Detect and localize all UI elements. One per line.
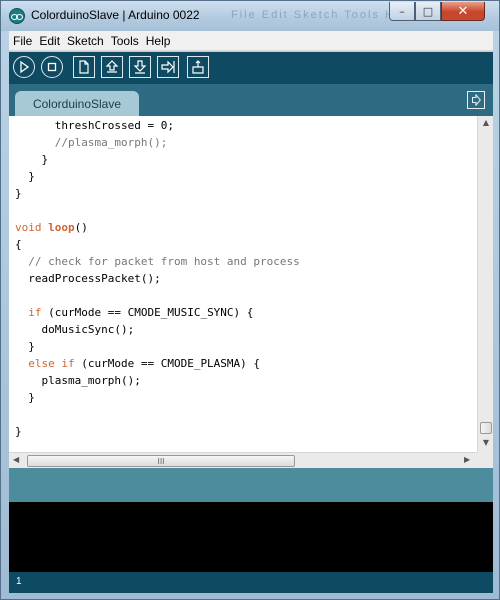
code-line: // check for packet from host and proces… <box>28 255 300 268</box>
scroll-down-arrow-icon[interactable]: ▼ <box>481 438 491 447</box>
scroll-up-arrow-icon[interactable]: ▲ <box>481 118 491 127</box>
code-line: } <box>28 340 35 353</box>
menu-edit[interactable]: Edit <box>39 34 60 48</box>
code-editor[interactable]: threshCrossed = 0; //plasma_morph(); } }… <box>9 116 477 452</box>
serial-monitor-button[interactable] <box>187 56 209 78</box>
code-line: else if (curMode == CMODE_PLASMA) { <box>28 357 261 370</box>
scroll-grip: III <box>157 456 165 466</box>
menu-file[interactable]: File <box>13 34 32 48</box>
minimize-button[interactable]: – <box>389 2 415 21</box>
menu-sketch[interactable]: Sketch <box>67 34 104 48</box>
line-number: 1 <box>16 576 22 587</box>
title-bar[interactable]: ColorduinoSlave | Arduino 0022 File Edit… <box>1 1 499 31</box>
save-button[interactable] <box>129 56 151 78</box>
code-line: } <box>28 391 35 404</box>
code-line: threshCrossed = 0; <box>54 119 174 132</box>
tab-strip: ColorduinoSlave <box>9 84 493 116</box>
verify-button[interactable] <box>13 56 35 78</box>
scroll-right-arrow-icon[interactable]: ▶ <box>464 455 470 464</box>
window-title: ColorduinoSlave | Arduino 0022 <box>31 8 200 22</box>
tab-menu-button[interactable] <box>467 91 485 109</box>
code-line: { <box>15 238 22 251</box>
code-line: void loop() <box>15 221 88 234</box>
console-output[interactable] <box>9 502 493 572</box>
code-line: doMusicSync(); <box>41 323 135 336</box>
menu-bar: File Edit Sketch Tools Help <box>9 31 493 51</box>
upload-button[interactable] <box>157 56 179 78</box>
code-line: if (curMode == CMODE_MUSIC_SYNC) { <box>28 306 254 319</box>
scroll-left-arrow-icon[interactable]: ◀ <box>13 455 19 464</box>
open-arrow-up-icon <box>105 60 119 73</box>
serial-monitor-icon <box>192 60 204 74</box>
code-text[interactable]: threshCrossed = 0; //plasma_morph(); } }… <box>9 116 477 440</box>
close-button[interactable]: ✕ <box>441 2 485 21</box>
tab-colorduinoslave[interactable]: ColorduinoSlave <box>15 91 139 116</box>
horizontal-scrollbar[interactable]: ◀ III ▶ <box>9 452 477 468</box>
menu-help[interactable]: Help <box>146 34 171 48</box>
code-line: } <box>15 187 22 200</box>
arduino-app-icon <box>9 8 25 24</box>
new-file-icon <box>79 60 89 74</box>
code-line: plasma_morph(); <box>41 374 141 387</box>
stop-button[interactable] <box>41 56 63 78</box>
background-window-menu: File Edit Sketch Tools Help <box>231 9 416 21</box>
code-line: //plasma_morph(); <box>54 136 168 149</box>
horizontal-scroll-thumb[interactable]: III <box>27 455 295 467</box>
play-icon <box>20 60 30 74</box>
save-arrow-down-icon <box>133 60 147 74</box>
toolbar <box>9 52 493 84</box>
new-button[interactable] <box>73 56 95 78</box>
scrollbar-corner <box>477 452 493 468</box>
vertical-scroll-thumb[interactable] <box>480 422 492 434</box>
maximize-button[interactable]: □ <box>415 2 441 21</box>
code-line: readProcessPacket(); <box>28 272 161 285</box>
stop-icon <box>47 62 57 72</box>
line-number-bar: 1 <box>9 572 493 593</box>
app-window: ColorduinoSlave | Arduino 0022 File Edit… <box>0 0 500 600</box>
menu-tools[interactable]: Tools <box>111 34 139 48</box>
tab-menu-arrow-icon <box>472 94 481 106</box>
status-area <box>9 468 493 502</box>
code-line: } <box>41 153 49 166</box>
upload-arrow-right-icon <box>161 60 175 74</box>
code-line: } <box>28 170 35 183</box>
vertical-scrollbar[interactable]: ▲ ▼ <box>477 116 493 452</box>
open-button[interactable] <box>101 56 123 78</box>
code-line: } <box>15 425 22 438</box>
